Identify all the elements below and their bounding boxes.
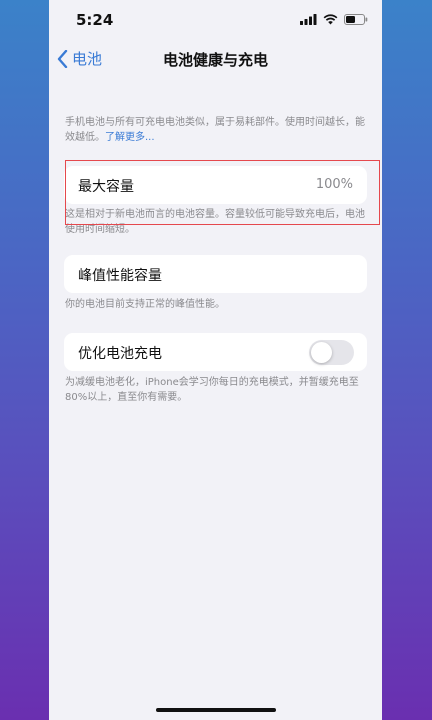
status-time: 5:24 [76,11,114,29]
peak-performance-footnote: 你的电池目前支持正常的峰值性能。 [65,299,225,310]
peak-performance-label: 峰值性能容量 [78,268,162,284]
highlight-box [65,160,380,225]
battery-icon [344,14,368,25]
status-icons [300,14,368,25]
phone-screen: 5:24 电池 电池健康与充电 手机电池与所有可充电电池类似，属于易耗部件。使用… [49,0,382,720]
peak-performance-row: 峰值性能容量 [64,255,367,293]
intro-text: 手机电池与所有可充电电池类似，属于易耗部件。使用时间越长，能效越低。了解更多..… [65,115,365,145]
optimized-charging-toggle[interactable] [309,340,354,365]
navigation-bar: 电池 电池健康与充电 [49,44,382,74]
optimized-charging-row: 优化电池充电 [64,333,367,371]
wifi-icon [323,14,338,25]
cellular-signal-icon [300,14,317,25]
learn-more-link[interactable]: 了解更多... [105,132,155,143]
optimized-charging-label: 优化电池充电 [78,346,162,362]
status-bar: 5:24 [49,0,382,40]
optimized-charging-footnote: 为减缓电池老化，iPhone会学习你每日的充电模式，并暂缓充电至80%以上，直至… [65,377,359,403]
page-title: 电池健康与充电 [162,51,268,69]
home-indicator[interactable] [156,708,276,712]
toggle-knob [311,342,332,363]
